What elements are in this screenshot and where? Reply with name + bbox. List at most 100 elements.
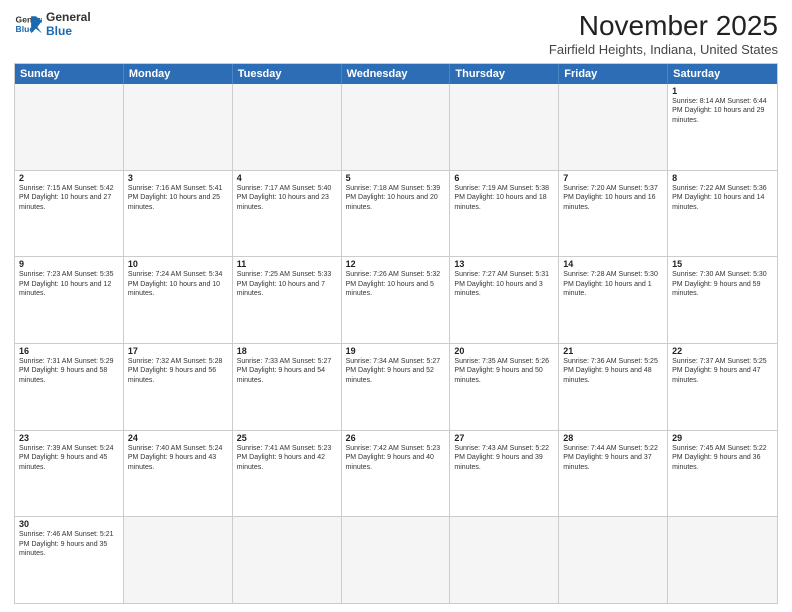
- day-info: Sunrise: 7:27 AM Sunset: 5:31 PM Dayligh…: [454, 270, 554, 298]
- day-cell-4: 4Sunrise: 7:17 AM Sunset: 5:40 PM Daylig…: [233, 171, 342, 257]
- day-cell-empty: [124, 517, 233, 603]
- day-cell-empty: [233, 84, 342, 170]
- day-number: 15: [672, 259, 773, 269]
- logo-general-text: General: [46, 10, 91, 24]
- week-row-5: 30Sunrise: 7:46 AM Sunset: 5:21 PM Dayli…: [15, 516, 777, 603]
- week-row-4: 23Sunrise: 7:39 AM Sunset: 5:24 PM Dayli…: [15, 430, 777, 517]
- day-cell-empty: [559, 84, 668, 170]
- day-number: 4: [237, 173, 337, 183]
- day-number: 23: [19, 433, 119, 443]
- day-info: Sunrise: 7:31 AM Sunset: 5:29 PM Dayligh…: [19, 357, 119, 385]
- day-number: 5: [346, 173, 446, 183]
- day-info: Sunrise: 7:35 AM Sunset: 5:26 PM Dayligh…: [454, 357, 554, 385]
- day-number: 7: [563, 173, 663, 183]
- day-info: Sunrise: 7:45 AM Sunset: 5:22 PM Dayligh…: [672, 444, 773, 472]
- logo-icon: General Blue: [14, 10, 42, 38]
- header: General Blue General Blue November 2025 …: [14, 10, 778, 57]
- day-info: Sunrise: 7:41 AM Sunset: 5:23 PM Dayligh…: [237, 444, 337, 472]
- day-cell-5: 5Sunrise: 7:18 AM Sunset: 5:39 PM Daylig…: [342, 171, 451, 257]
- day-number: 14: [563, 259, 663, 269]
- day-cell-empty: [559, 517, 668, 603]
- day-cell-13: 13Sunrise: 7:27 AM Sunset: 5:31 PM Dayli…: [450, 257, 559, 343]
- day-number: 24: [128, 433, 228, 443]
- day-number: 19: [346, 346, 446, 356]
- day-header-thursday: Thursday: [450, 64, 559, 84]
- day-number: 22: [672, 346, 773, 356]
- day-cell-9: 9Sunrise: 7:23 AM Sunset: 5:35 PM Daylig…: [15, 257, 124, 343]
- day-info: Sunrise: 7:25 AM Sunset: 5:33 PM Dayligh…: [237, 270, 337, 298]
- day-info: Sunrise: 7:16 AM Sunset: 5:41 PM Dayligh…: [128, 184, 228, 212]
- day-number: 30: [19, 519, 119, 529]
- day-number: 16: [19, 346, 119, 356]
- day-number: 29: [672, 433, 773, 443]
- day-info: Sunrise: 7:22 AM Sunset: 5:36 PM Dayligh…: [672, 184, 773, 212]
- day-info: Sunrise: 7:28 AM Sunset: 5:30 PM Dayligh…: [563, 270, 663, 298]
- day-info: Sunrise: 7:36 AM Sunset: 5:25 PM Dayligh…: [563, 357, 663, 385]
- day-cell-empty: [15, 84, 124, 170]
- day-number: 11: [237, 259, 337, 269]
- day-info: Sunrise: 7:33 AM Sunset: 5:27 PM Dayligh…: [237, 357, 337, 385]
- day-cell-1: 1Sunrise: 8:14 AM Sunset: 6:44 PM Daylig…: [668, 84, 777, 170]
- day-cell-empty: [450, 517, 559, 603]
- day-number: 20: [454, 346, 554, 356]
- day-cell-20: 20Sunrise: 7:35 AM Sunset: 5:26 PM Dayli…: [450, 344, 559, 430]
- day-number: 27: [454, 433, 554, 443]
- page-title: November 2025: [549, 10, 778, 42]
- day-cell-26: 26Sunrise: 7:42 AM Sunset: 5:23 PM Dayli…: [342, 431, 451, 517]
- day-info: Sunrise: 7:20 AM Sunset: 5:37 PM Dayligh…: [563, 184, 663, 212]
- day-header-friday: Friday: [559, 64, 668, 84]
- day-cell-21: 21Sunrise: 7:36 AM Sunset: 5:25 PM Dayli…: [559, 344, 668, 430]
- day-cell-24: 24Sunrise: 7:40 AM Sunset: 5:24 PM Dayli…: [124, 431, 233, 517]
- day-headers: SundayMondayTuesdayWednesdayThursdayFrid…: [15, 64, 777, 84]
- day-info: Sunrise: 7:34 AM Sunset: 5:27 PM Dayligh…: [346, 357, 446, 385]
- day-cell-7: 7Sunrise: 7:20 AM Sunset: 5:37 PM Daylig…: [559, 171, 668, 257]
- day-number: 1: [672, 86, 773, 96]
- week-row-2: 9Sunrise: 7:23 AM Sunset: 5:35 PM Daylig…: [15, 256, 777, 343]
- day-cell-empty: [342, 84, 451, 170]
- day-info: Sunrise: 7:39 AM Sunset: 5:24 PM Dayligh…: [19, 444, 119, 472]
- day-number: 25: [237, 433, 337, 443]
- page-subtitle: Fairfield Heights, Indiana, United State…: [549, 42, 778, 57]
- day-info: Sunrise: 7:32 AM Sunset: 5:28 PM Dayligh…: [128, 357, 228, 385]
- day-info: Sunrise: 7:17 AM Sunset: 5:40 PM Dayligh…: [237, 184, 337, 212]
- day-cell-28: 28Sunrise: 7:44 AM Sunset: 5:22 PM Dayli…: [559, 431, 668, 517]
- day-number: 28: [563, 433, 663, 443]
- day-cell-empty: [124, 84, 233, 170]
- logo: General Blue General Blue: [14, 10, 91, 39]
- day-header-saturday: Saturday: [668, 64, 777, 84]
- day-info: Sunrise: 7:24 AM Sunset: 5:34 PM Dayligh…: [128, 270, 228, 298]
- day-cell-17: 17Sunrise: 7:32 AM Sunset: 5:28 PM Dayli…: [124, 344, 233, 430]
- day-header-monday: Monday: [124, 64, 233, 84]
- day-cell-18: 18Sunrise: 7:33 AM Sunset: 5:27 PM Dayli…: [233, 344, 342, 430]
- day-cell-29: 29Sunrise: 7:45 AM Sunset: 5:22 PM Dayli…: [668, 431, 777, 517]
- day-cell-30: 30Sunrise: 7:46 AM Sunset: 5:21 PM Dayli…: [15, 517, 124, 603]
- day-cell-empty: [342, 517, 451, 603]
- day-info: Sunrise: 7:42 AM Sunset: 5:23 PM Dayligh…: [346, 444, 446, 472]
- day-cell-16: 16Sunrise: 7:31 AM Sunset: 5:29 PM Dayli…: [15, 344, 124, 430]
- day-number: 10: [128, 259, 228, 269]
- day-info: Sunrise: 7:23 AM Sunset: 5:35 PM Dayligh…: [19, 270, 119, 298]
- day-cell-empty: [668, 517, 777, 603]
- day-number: 13: [454, 259, 554, 269]
- day-info: Sunrise: 7:26 AM Sunset: 5:32 PM Dayligh…: [346, 270, 446, 298]
- day-number: 17: [128, 346, 228, 356]
- day-cell-10: 10Sunrise: 7:24 AM Sunset: 5:34 PM Dayli…: [124, 257, 233, 343]
- day-number: 21: [563, 346, 663, 356]
- calendar-body: 1Sunrise: 8:14 AM Sunset: 6:44 PM Daylig…: [15, 84, 777, 603]
- day-cell-6: 6Sunrise: 7:19 AM Sunset: 5:38 PM Daylig…: [450, 171, 559, 257]
- day-cell-empty: [450, 84, 559, 170]
- title-block: November 2025 Fairfield Heights, Indiana…: [549, 10, 778, 57]
- logo-blue-text: Blue: [46, 24, 91, 38]
- page: General Blue General Blue November 2025 …: [0, 0, 792, 612]
- day-cell-27: 27Sunrise: 7:43 AM Sunset: 5:22 PM Dayli…: [450, 431, 559, 517]
- day-info: Sunrise: 7:44 AM Sunset: 5:22 PM Dayligh…: [563, 444, 663, 472]
- day-number: 3: [128, 173, 228, 183]
- day-cell-12: 12Sunrise: 7:26 AM Sunset: 5:32 PM Dayli…: [342, 257, 451, 343]
- day-cell-22: 22Sunrise: 7:37 AM Sunset: 5:25 PM Dayli…: [668, 344, 777, 430]
- week-row-3: 16Sunrise: 7:31 AM Sunset: 5:29 PM Dayli…: [15, 343, 777, 430]
- day-header-wednesday: Wednesday: [342, 64, 451, 84]
- day-cell-19: 19Sunrise: 7:34 AM Sunset: 5:27 PM Dayli…: [342, 344, 451, 430]
- day-number: 26: [346, 433, 446, 443]
- week-row-0: 1Sunrise: 8:14 AM Sunset: 6:44 PM Daylig…: [15, 84, 777, 170]
- calendar: SundayMondayTuesdayWednesdayThursdayFrid…: [14, 63, 778, 604]
